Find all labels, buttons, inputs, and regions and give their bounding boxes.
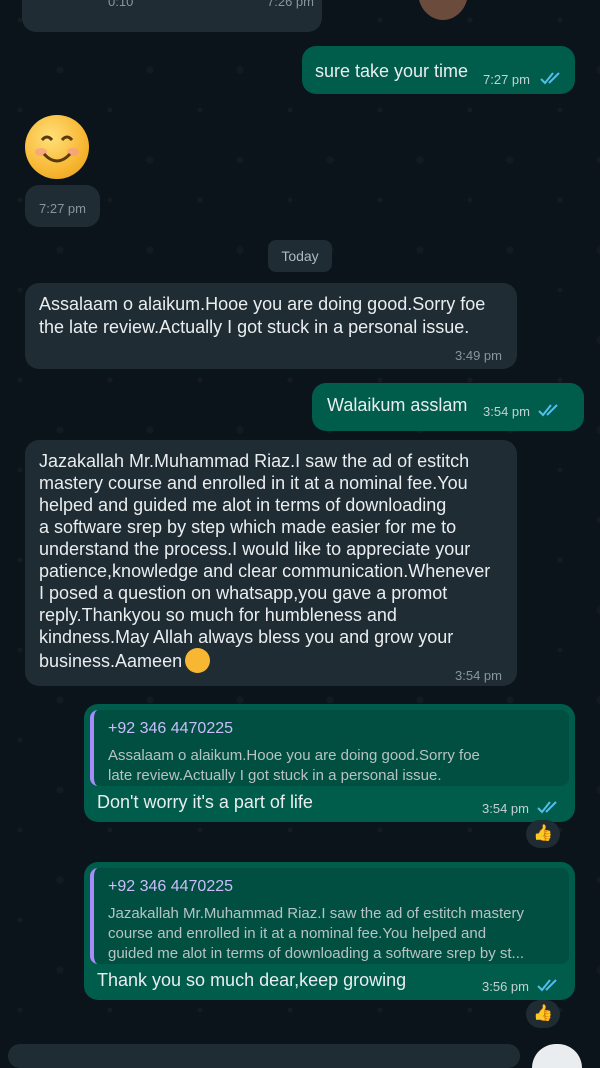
message-time: 7:26 pm	[267, 0, 314, 9]
read-receipt-icon	[540, 72, 560, 85]
message-text: Walaikum asslam	[327, 395, 468, 415]
message-text: I posed a question on whatsapp,you gave …	[39, 583, 448, 603]
message-time: 3:49 pm	[455, 348, 502, 363]
message-text: Jazakallah Mr.Muhammad Riaz.I saw the ad…	[39, 451, 470, 471]
quoted-message[interactable]: +92 346 4470225 Jazakallah Mr.Muhammad R…	[90, 868, 569, 964]
outgoing-reply-message[interactable]: +92 346 4470225 Assalaam o alaikum.Hooe …	[84, 704, 575, 822]
quoted-sender: +92 346 4470225	[108, 878, 234, 895]
quoted-text: late review.Actually I got stuck in a pe…	[108, 767, 442, 784]
message-text: a software srep by step which made easie…	[39, 517, 457, 537]
partial-message-left[interactable]: 0:10 7:26 pm	[22, 0, 322, 32]
read-receipt-icon	[537, 801, 557, 814]
thumbs-up-reaction[interactable]: 👍	[526, 1000, 560, 1028]
message-time: 3:54 pm	[482, 801, 529, 816]
outgoing-reply-message[interactable]: +92 346 4470225 Jazakallah Mr.Muhammad R…	[84, 862, 575, 1000]
message-text: Don't worry it's a part of life	[97, 792, 313, 812]
quoted-text: course and enrolled in it at a nominal f…	[108, 925, 487, 942]
quoted-sender: +92 346 4470225	[108, 720, 234, 737]
message-time: 7:27 pm	[483, 72, 530, 87]
incoming-emoji-message[interactable]: 7:27 pm	[25, 185, 100, 227]
outgoing-message[interactable]: Walaikum asslam 3:54 pm	[312, 383, 584, 431]
incoming-message[interactable]: Jazakallah Mr.Muhammad Riaz.I saw the ad…	[25, 440, 517, 686]
quoted-message[interactable]: +92 346 4470225 Assalaam o alaikum.Hooe …	[90, 710, 569, 786]
thumbs-up-reaction[interactable]: 👍	[526, 820, 560, 848]
message-text: mastery course and enrolled in it at a n…	[39, 473, 468, 493]
message-input-bar[interactable]	[8, 1044, 520, 1068]
read-receipt-icon	[537, 979, 557, 992]
read-receipt-icon	[538, 404, 558, 417]
quoted-text: Assalaam o alaikum.Hooe you are doing go…	[108, 747, 480, 764]
message-text: understand the process.I would like to a…	[39, 539, 471, 559]
message-time: 3:54 pm	[455, 668, 502, 683]
message-text: Assalaam o alaikum.Hooe you are doing go…	[39, 294, 486, 314]
message-text: the late review.Actually I got stuck in …	[39, 317, 470, 337]
message-text: patience,knowledge and clear communicati…	[39, 561, 491, 581]
date-separator: Today	[268, 240, 332, 272]
quoted-text: Jazakallah Mr.Muhammad Riaz.I saw the ad…	[108, 905, 525, 922]
message-text: business.Aameen	[39, 651, 183, 671]
message-text: kindness.May Allah always bless you and …	[39, 627, 454, 647]
smiling-face-emoji-icon	[185, 648, 210, 673]
smiling-face-emoji	[25, 115, 89, 179]
message-text: reply.Thankyou so much for humbleness an…	[39, 605, 397, 625]
message-text: helped and guided me alot in terms of do…	[39, 495, 447, 515]
message-time: 0:10	[108, 0, 134, 9]
outgoing-message[interactable]: sure take your time 7:27 pm	[302, 46, 575, 94]
message-time: 7:27 pm	[39, 201, 86, 216]
incoming-message[interactable]: Assalaam o alaikum.Hooe you are doing go…	[25, 283, 517, 369]
quoted-text: guided me alot in terms of downloading a…	[108, 945, 525, 962]
message-text: Thank you so much dear,keep growing	[97, 970, 407, 990]
message-time: 3:56 pm	[482, 979, 529, 994]
message-time: 3:54 pm	[483, 404, 530, 419]
message-text: sure take your time	[315, 61, 469, 81]
